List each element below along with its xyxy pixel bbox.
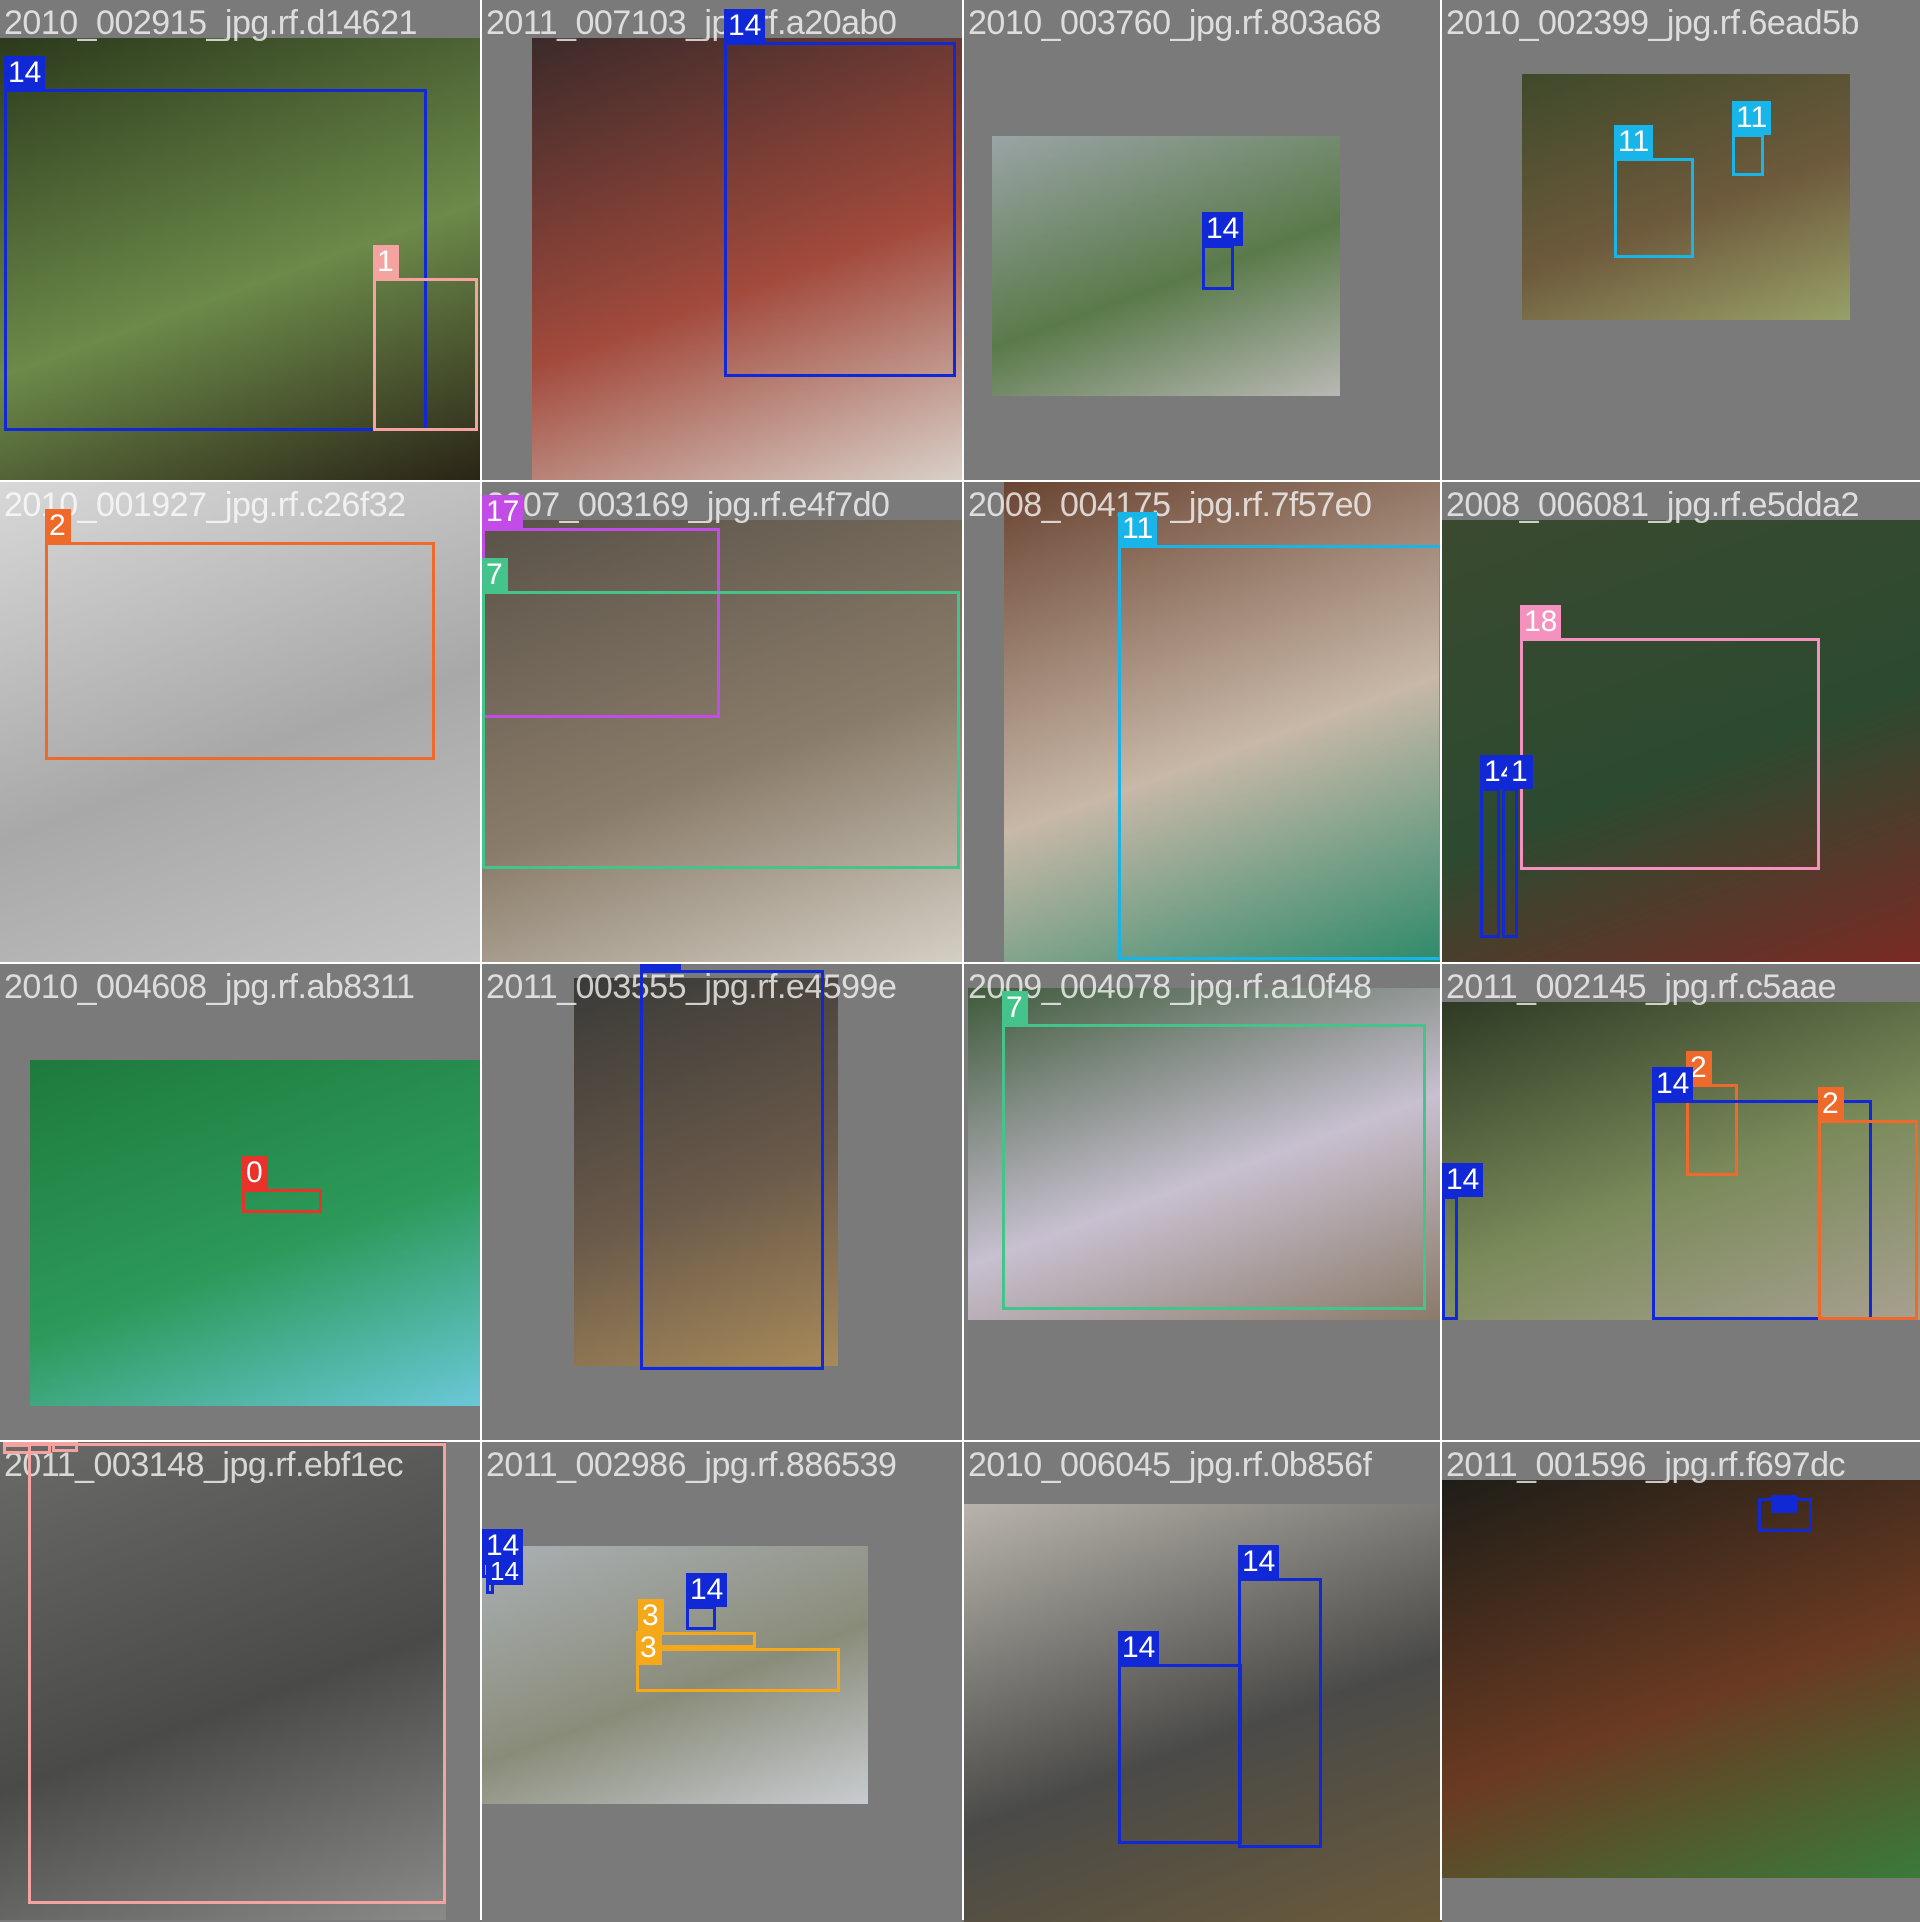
bbox-aeroplane: 0 [242,1156,322,1213]
grid-divider [0,962,1920,964]
box-label: 7 [1002,991,1028,1025]
tile-6: 2007_003169_jpg.rf.e4f7d0 17 7 [482,482,962,962]
tile-13: 2011_003148_jpg.rf.ebf1ec 1 1 [0,1442,480,1922]
box-label: 14 [1652,1067,1694,1101]
box-label: 14 [4,56,46,90]
box-label: 7 [482,558,508,592]
bbox-person: 14 [1202,212,1244,290]
bbox-bicycle: 1 [28,1442,446,1904]
box-label: 11 [1118,512,1158,546]
bbox-cat: 7 [482,558,960,869]
bbox-person [1758,1495,1812,1532]
box-label: 3 [638,1599,664,1633]
tile-1: 2010_002915_jpg.rf.d14621 14 1 [0,0,480,480]
tile-filename: 2010_006045_jpg.rf.0b856f [968,1446,1372,1484]
box-label: 14 [1442,1163,1484,1197]
box-label: 14 [724,9,766,43]
tile-2: 2011_007103_jpg.rf.a20ab0 14 [482,0,962,480]
tile-14: 2011_002986_jpg.rf.886539 14 14 14 3 3 [482,1442,962,1922]
box-label: 14 [1238,1545,1280,1579]
tile-11: 2009_004078_jpg.rf.a10f48 7 [964,964,1444,1444]
bbox-boat: 3 [636,1631,840,1692]
bbox-person: 14 [686,1573,728,1630]
grid-divider [480,0,482,1920]
box-label [52,1442,78,1443]
box-label: 2 [45,509,71,543]
tile-7: 2008_004175_jpg.rf.7f57e0 11 [964,482,1444,962]
box-label: 3 [636,1631,662,1665]
bbox-dog: 11 [1732,101,1772,176]
tile-filename: 2011_001596_jpg.rf.f697dc [1446,1446,1846,1484]
box-label: 11 [1732,101,1772,135]
tile-16: 2011_001596_jpg.rf.f697dc [1442,1442,1920,1922]
box-label: 1 [3,1442,29,1447]
box-label: 11 [1614,125,1654,159]
bbox-person: 14 [4,56,427,431]
box-label: 14 [1118,1631,1160,1665]
bbox-bicycle: 1 [3,1442,51,1454]
box-label: 14 [486,1557,523,1585]
tile-filename: 2011_007103_jpg.rf.a20ab0 [486,4,897,42]
grid-divider [0,480,1920,482]
tile-4: 2010_002399_jpg.rf.6ead5b 11 11 [1442,0,1920,480]
bbox-cat: 7 [1002,991,1426,1310]
bbox-person: 1 [1502,755,1533,938]
box-label: 18 [1520,605,1562,639]
tile-filename: 2007_003169_jpg.rf.e4f7d0 [486,486,890,524]
box-label: 1 [373,245,399,279]
tile-filename: 2010_002399_jpg.rf.6ead5b [1446,4,1859,42]
tile-5: 2010_001927_jpg.rf.c26f32 2 [0,482,480,962]
bbox-person: 14 [1480,755,1522,938]
tile-filename: 2010_003760_jpg.rf.803a68 [968,4,1381,42]
grid-divider [0,1440,1920,1442]
tile-filename: 2011_002145_jpg.rf.c5aae [1446,968,1837,1006]
box-label: 14 [1202,212,1244,246]
bbox-person: 14 [724,9,956,377]
tile-10: 2011_003555_jpg.rf.e4599e 14 [482,964,962,1444]
tile-15: 2010_006045_jpg.rf.0b856f 14 14 [964,1442,1444,1922]
bbox-person: 14 [1118,1631,1242,1844]
box-label: 14 [640,964,682,971]
box-label: 17 [482,495,524,529]
box-label: 14 [686,1573,728,1607]
bbox-train: 18 [1520,605,1820,870]
tile-filename: 2010_002915_jpg.rf.d14621 [4,4,417,42]
tile-filename: 2008_006081_jpg.rf.e5dda2 [1446,486,1859,524]
tile-3: 2010_003760_jpg.rf.803a68 14 [964,0,1444,480]
bbox-person: 14 [640,964,824,1370]
tile-filename: 2011_002986_jpg.rf.886539 [486,1446,897,1484]
bbox-person: 14 [1442,1163,1484,1320]
bbox-bicycle [52,1442,78,1452]
tile-9: 2010_004608_jpg.rf.ab8311 0 [0,964,480,1444]
tile-8: 2008_006081_jpg.rf.e5dda2 18 14 1 [1442,482,1920,962]
grid-divider [962,0,964,1920]
bbox-dog: 11 [1118,512,1442,960]
bbox-person: 14 [1238,1545,1322,1848]
box-label: 0 [242,1156,268,1190]
bbox-bicycle: 1 [373,245,478,431]
detection-mosaic: 2010_002915_jpg.rf.d14621 14 1 2011_0071… [0,0,1920,1922]
box-label: 1 [1507,755,1533,789]
box-label: 2 [1818,1087,1844,1121]
tile-12: 2011_002145_jpg.rf.c5aae 2 14 2 14 [1442,964,1920,1444]
bbox-bird: 2 [45,509,435,760]
tile-filename: 2010_004608_jpg.rf.ab8311 [4,968,415,1006]
bbox-dog: 11 [1614,125,1694,258]
tile-photo [30,1060,480,1406]
bbox-person: 14 [486,1557,523,1594]
grid-divider [1440,0,1442,1920]
tile-photo [1442,1480,1920,1878]
bbox-bird: 2 [1818,1087,1918,1320]
box-label [1771,1495,1797,1513]
tile-photo [992,136,1340,396]
